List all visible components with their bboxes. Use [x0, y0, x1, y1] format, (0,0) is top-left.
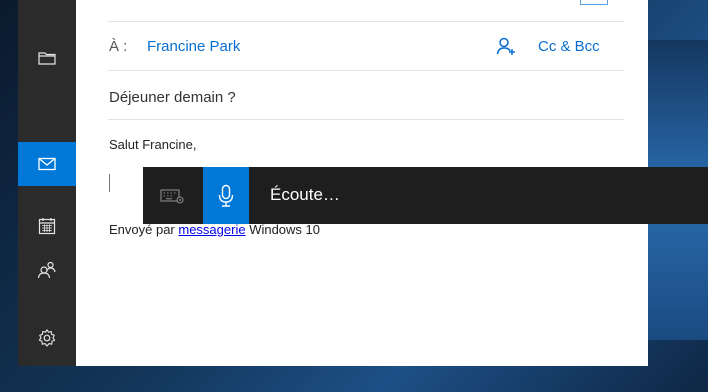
- cc-bcc-button[interactable]: Cc & Bcc: [538, 38, 600, 55]
- calendar-icon: [38, 218, 56, 235]
- recipient-francine-park[interactable]: Francine Park: [147, 38, 240, 55]
- microphone-button[interactable]: [203, 167, 249, 224]
- people-icon: [37, 261, 56, 279]
- settings-gear-icon: [38, 329, 56, 347]
- keyboard-settings-button[interactable]: [153, 181, 193, 211]
- microphone-icon: [218, 184, 234, 207]
- mail-icon: [38, 157, 56, 171]
- text-caret: [109, 174, 110, 192]
- dictation-toolbar: Écoute…: [143, 167, 708, 224]
- body-greeting: Salut Francine,: [109, 137, 197, 152]
- folders-button[interactable]: [18, 36, 76, 80]
- divider: [108, 21, 624, 22]
- divider: [108, 119, 624, 120]
- add-contact-icon[interactable]: [496, 36, 516, 56]
- keyboard-settings-icon: [160, 189, 184, 204]
- signature-link[interactable]: messagerie: [178, 222, 245, 237]
- to-label: À :: [109, 38, 128, 55]
- signature: Envoyé par messagerie Windows 10: [109, 222, 320, 237]
- scroll-indicator: [580, 0, 608, 5]
- signature-suffix: Windows 10: [245, 222, 320, 237]
- divider: [108, 70, 624, 71]
- signature-prefix: Envoyé par: [109, 222, 179, 237]
- dictation-status: Écoute…: [270, 185, 340, 204]
- settings-button[interactable]: [18, 316, 76, 360]
- people-button[interactable]: [18, 248, 76, 292]
- subject-field[interactable]: Déjeuner demain ?: [109, 89, 236, 106]
- sidebar: [18, 0, 76, 366]
- calendar-button[interactable]: [18, 204, 76, 248]
- folder-icon: [38, 52, 56, 65]
- mail-button[interactable]: [18, 142, 76, 186]
